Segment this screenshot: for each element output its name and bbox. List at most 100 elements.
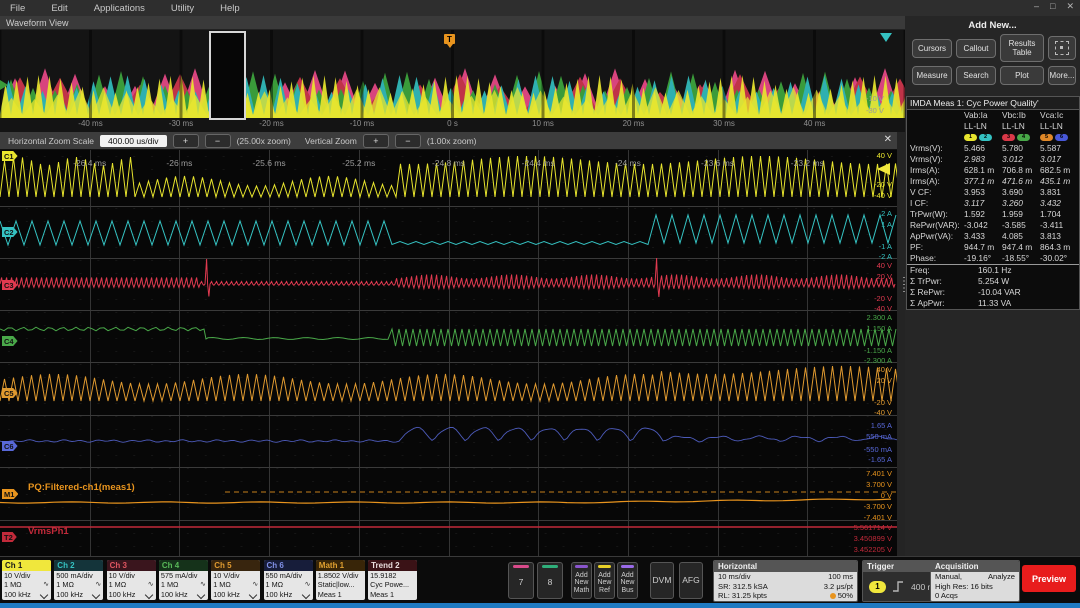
badge-scale: 10 V/div [213,571,258,580]
add-cursors-button[interactable]: Cursors [912,39,952,58]
overview-time-label: 10 ms [532,119,554,128]
close-icon[interactable]: ✕ [1066,1,1074,12]
add-more--button[interactable]: More... [1048,66,1076,85]
channel-pill-6: 6 [1055,134,1068,141]
button-7[interactable]: 7 [508,562,534,599]
h-zoom-in-button[interactable]: + [173,134,199,148]
c1-scale-label: -20 V [874,180,892,189]
button-add-new-bus[interactable]: Add New Bus [617,562,638,599]
badge-trend-2[interactable]: Trend 215.9182Cyc Powe...Meas 1 [368,560,417,600]
bandwidth-value: 100 kHz [109,590,136,599]
zoomed-waveform-view[interactable]: -26.4 ms-26 ms-25.6 ms-25.2 ms-24.8 ms-2… [0,150,897,556]
badge-ch-2[interactable]: Ch 2500 mA/div1 MΩ∿100 kHz [54,560,103,600]
button-label: Add New Bus [620,568,634,598]
button-afg[interactable]: AFG [679,562,703,599]
v-zoom-factor: (1.00x zoom) [427,136,477,146]
h-zoom-out-button[interactable]: − [205,134,231,148]
summary-value: 5.254 W [964,276,1009,287]
results-summary-row: Σ RePwr:-10.04 VAR [907,287,1079,298]
button-dvm[interactable]: DVM [650,562,674,599]
m1-waveform [0,499,891,503]
horizontal-row: RL: 31.25 kpts50% [718,591,853,601]
summary-label: Freq: [910,265,964,276]
trigger-position-marker[interactable]: T [444,34,455,44]
badge-header: Ch 5 [211,560,260,571]
add-search-button[interactable]: Search [956,66,996,85]
results-summary-row: Σ TrPwr:5.254 W [907,276,1079,287]
results-value: 3.953 [964,187,1002,198]
badge-line: Meas 1 [318,590,363,599]
table-drag-handle[interactable]: ⋮⋮ [899,278,909,292]
badge-ch-3[interactable]: Ch 310 V/div1 MΩ∿100 kHz [107,560,156,600]
results-value: 864.3 m [1040,242,1078,253]
results-sub-label: LL-LN [964,121,1002,132]
trigger-level-arrow-icon[interactable] [877,163,890,175]
results-value: 3.117 [964,198,1002,209]
overview-scale-label: -30 V [866,106,884,115]
menu-edit[interactable]: Edit [51,3,67,14]
results-row: PF:944.7 m947.4 m864.3 m [907,242,1079,253]
badge-ch-1[interactable]: Ch 110 V/div1 MΩ∿100 kHz [2,560,51,600]
minimize-icon[interactable]: – [1034,1,1039,12]
results-row: Vrms(V):2.9833.0123.017 [907,154,1079,165]
results-table[interactable]: IMDA Meas 1: Cyc Power Quality' Vab:IaVb… [906,96,1080,310]
c4-scale-label: 1.150 A [867,324,892,333]
coupling-icon: ∿ [200,580,206,589]
badge-header: Trend 2 [368,560,417,571]
results-row: V CF:3.9533.6903.831 [907,187,1079,198]
selection-tool-button[interactable] [1048,36,1076,60]
results-value: 1.704 [1040,209,1078,220]
add-measure-button[interactable]: Measure [912,66,952,85]
button-add-new-ref[interactable]: Add New Ref [594,562,615,599]
horizontal-badge[interactable]: Horizontal 10 ms/div100 msSR: 312.5 kSA3… [713,560,858,602]
badge-ch-5[interactable]: Ch 510 V/div1 MΩ∿100 kHz [211,560,260,600]
badge-ch-4[interactable]: Ch 4575 mA/div1 MΩ∿100 kHz [159,560,208,600]
h-zoom-scale-input[interactable]: 400.00 us/div [100,135,167,147]
menu-file[interactable]: File [10,3,25,14]
results-value: -3.585 [1002,220,1040,231]
menu-applications[interactable]: Applications [94,3,145,14]
button-add-new-math[interactable]: Add New Math [571,562,592,599]
add-plot-button[interactable]: Plot [1000,66,1044,85]
zoom-selection-box[interactable] [209,31,246,120]
impedance-value: 1 MΩ [213,580,231,589]
maximize-icon[interactable]: □ [1050,1,1055,12]
zoom-time-label: -23.2 ms [791,158,824,168]
results-row-label: I CF: [910,198,964,209]
preview-button[interactable]: Preview [1022,565,1076,592]
button-8[interactable]: 8 [537,562,563,599]
badge-ch-6[interactable]: Ch 6550 mA/div1 MΩ∿100 kHz [264,560,313,600]
results-value: 1.959 [1002,209,1040,220]
badge-settings: 550 mA/div1 MΩ∿100 kHz [264,571,313,599]
menu-help[interactable]: Help [220,3,240,14]
cursor-marker-icon[interactable] [880,33,892,42]
add-results-table-button[interactable]: Results Table [1000,34,1044,62]
badge-math-1[interactable]: Math 11.8502 V/divStatic|low...Meas 1 [316,560,365,600]
impedance-value: 1 MΩ [56,580,74,589]
results-row: Vrms(V):5.4665.7805.587 [907,143,1079,154]
results-value: 628.1 m [964,165,1002,176]
zoom-time-label: -25.2 ms [342,158,375,168]
trigger-source-badge[interactable]: 1 [869,581,886,593]
channel-pill-1: 1 [964,134,977,141]
menu-utility[interactable]: Utility [171,3,194,14]
bandwidth-value: 100 kHz [266,590,293,599]
add-callout-button[interactable]: Callout [956,39,996,58]
badge-scale: 10 V/div [4,571,49,580]
acquisition-badge[interactable]: Acquisition Manual, Analyze High Res: 16… [930,560,1020,602]
c5-scale-label: 20 V [877,376,892,385]
waveform-view-title: Waveform View [6,18,69,28]
acq-count: 0 Acqs [935,591,1015,601]
v-zoom-out-button[interactable]: − [395,134,421,148]
overview-record-view[interactable]: T -40 ms-30 ms-20 ms-10 ms0 s10 ms20 ms3… [0,30,905,132]
badge-line: 1.8502 V/div [318,571,363,580]
v-zoom-in-button[interactable]: + [363,134,389,148]
t2-scale-label: 3.450899 V [854,534,892,543]
results-sub-label: LL-LN [1002,121,1040,132]
bandwidth-value: 100 kHz [4,590,31,599]
zoom-time-label: -24.8 ms [432,158,465,168]
position-icon [830,593,836,599]
zoom-close-icon[interactable]: ✕ [884,134,892,145]
probe-icon [197,590,205,598]
zoom-time-label: -26.4 ms [73,158,106,168]
